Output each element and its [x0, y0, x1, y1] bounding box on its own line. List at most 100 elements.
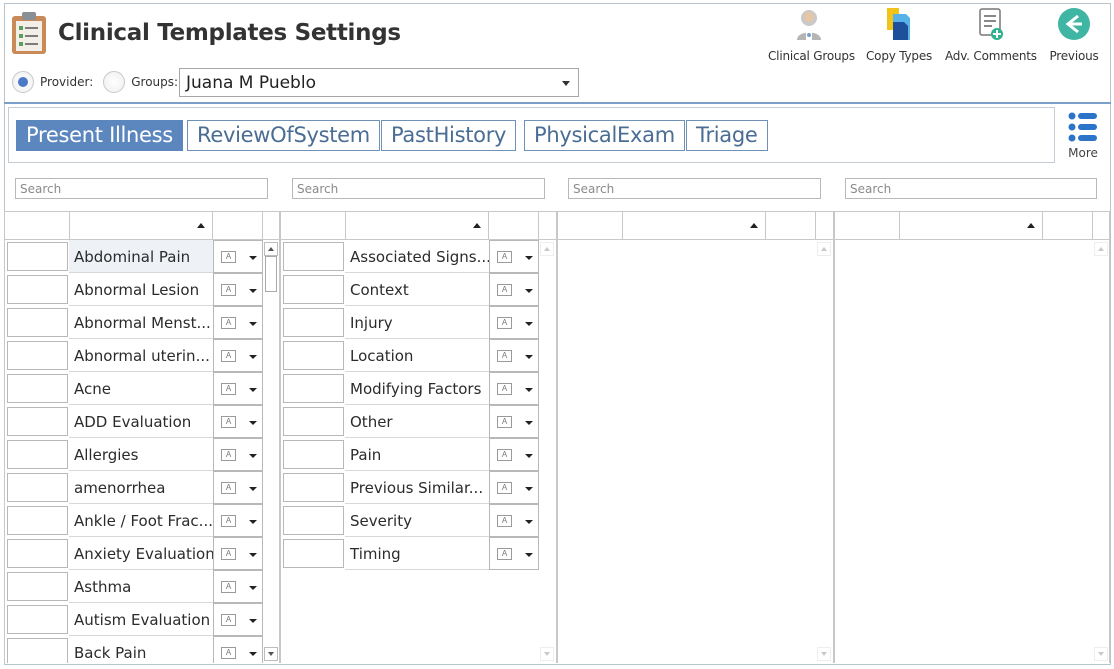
format-dropdown-button[interactable]: A: [489, 537, 539, 570]
column-header[interactable]: [213, 212, 263, 240]
row-code-cell[interactable]: [283, 407, 344, 436]
row-name[interactable]: Abnormal Lesion: [69, 273, 213, 306]
row-code-cell[interactable]: [283, 374, 344, 403]
row-name[interactable]: ADD Evaluation: [69, 405, 213, 438]
table-row[interactable]: Acne A: [5, 372, 263, 405]
tab-physical-exam[interactable]: PhysicalExam: [524, 120, 685, 151]
row-name[interactable]: Allergies: [69, 438, 213, 471]
column-header-name[interactable]: [623, 212, 766, 240]
row-code-cell[interactable]: [7, 473, 68, 502]
table-row[interactable]: amenorrhea A: [5, 471, 263, 504]
row-code-cell[interactable]: [7, 638, 68, 663]
row-name[interactable]: Modifying Factors: [345, 372, 489, 405]
row-code-cell[interactable]: [7, 275, 68, 304]
column-header[interactable]: [558, 212, 623, 240]
row-code-cell[interactable]: [7, 308, 68, 337]
scroll-up-icon[interactable]: [540, 242, 554, 256]
clinical-groups-button[interactable]: Clinical Groups: [768, 6, 855, 63]
format-dropdown-button[interactable]: A: [213, 537, 263, 570]
format-dropdown-button[interactable]: A: [213, 240, 263, 273]
scroll-up-icon[interactable]: [264, 242, 278, 256]
table-row[interactable]: Allergies A: [5, 438, 263, 471]
table-row[interactable]: Context A: [281, 273, 539, 306]
row-name[interactable]: Autism Evaluation: [69, 603, 213, 636]
format-dropdown-button[interactable]: A: [213, 504, 263, 537]
format-dropdown-button[interactable]: A: [213, 339, 263, 372]
row-code-cell[interactable]: [283, 275, 344, 304]
format-dropdown-button[interactable]: A: [213, 603, 263, 636]
format-dropdown-button[interactable]: A: [489, 240, 539, 273]
row-name[interactable]: Associated Signs...: [345, 240, 489, 273]
search-input[interactable]: Search: [845, 178, 1097, 199]
row-code-cell[interactable]: [283, 308, 344, 337]
tab-review-of-system[interactable]: ReviewOfSystem: [187, 120, 380, 151]
table-row[interactable]: Pain A: [281, 438, 539, 471]
row-code-cell[interactable]: [283, 473, 344, 502]
search-input[interactable]: Search: [15, 178, 268, 199]
row-code-cell[interactable]: [283, 506, 344, 535]
format-dropdown-button[interactable]: A: [213, 306, 263, 339]
table-row[interactable]: Asthma A: [5, 570, 263, 603]
table-row[interactable]: Previous Similar... A: [281, 471, 539, 504]
groups-radio[interactable]: [103, 71, 126, 93]
column-header-name[interactable]: [900, 212, 1043, 240]
row-name[interactable]: Context: [345, 273, 489, 306]
row-code-cell[interactable]: [7, 407, 68, 436]
row-code-cell[interactable]: [7, 572, 68, 601]
table-row[interactable]: Anxiety Evaluation A: [5, 537, 263, 570]
table-row[interactable]: Autism Evaluation A: [5, 603, 263, 636]
tab-present-illness[interactable]: Present Illness: [16, 120, 183, 151]
column-header-name[interactable]: [346, 212, 489, 240]
row-name[interactable]: Previous Similar...: [345, 471, 489, 504]
row-name[interactable]: Timing: [345, 537, 489, 570]
format-dropdown-button[interactable]: A: [213, 273, 263, 306]
row-name[interactable]: Abnormal Menst...: [69, 306, 213, 339]
table-row[interactable]: Modifying Factors A: [281, 372, 539, 405]
row-code-cell[interactable]: [283, 440, 344, 469]
row-name[interactable]: Ankle / Foot Frac...: [69, 504, 213, 537]
table-row[interactable]: Ankle / Foot Frac... A: [5, 504, 263, 537]
scrollbar[interactable]: [539, 240, 555, 663]
row-code-cell[interactable]: [283, 539, 344, 568]
column-header[interactable]: [5, 212, 70, 240]
scrollbar[interactable]: [1093, 240, 1109, 663]
row-name[interactable]: Acne: [69, 372, 213, 405]
format-dropdown-button[interactable]: A: [213, 372, 263, 405]
row-name[interactable]: Abnormal uterin...: [69, 339, 213, 372]
row-code-cell[interactable]: [7, 374, 68, 403]
table-row[interactable]: Associated Signs... A: [281, 240, 539, 273]
more-button[interactable]: More: [1066, 111, 1100, 160]
scroll-thumb[interactable]: [265, 256, 277, 292]
scroll-down-icon[interactable]: [540, 647, 554, 661]
scroll-up-icon[interactable]: [817, 242, 831, 256]
row-name[interactable]: Asthma: [69, 570, 213, 603]
scroll-down-icon[interactable]: [1094, 647, 1108, 661]
row-code-cell[interactable]: [7, 539, 68, 568]
provider-select[interactable]: Juana M Pueblo: [179, 68, 579, 97]
row-code-cell[interactable]: [283, 242, 344, 271]
table-row[interactable]: Abnormal Menst... A: [5, 306, 263, 339]
column-header-name[interactable]: [70, 212, 213, 240]
format-dropdown-button[interactable]: A: [489, 273, 539, 306]
scroll-up-icon[interactable]: [1094, 242, 1108, 256]
copy-types-button[interactable]: Copy Types: [866, 6, 932, 63]
provider-radio[interactable]: [12, 71, 34, 93]
format-dropdown-button[interactable]: A: [489, 372, 539, 405]
table-row[interactable]: Other A: [281, 405, 539, 438]
scrollbar[interactable]: [816, 240, 832, 663]
column-header[interactable]: [489, 212, 539, 240]
row-name[interactable]: Back Pain: [69, 636, 213, 663]
search-input[interactable]: Search: [292, 178, 545, 199]
column-header[interactable]: [1043, 212, 1093, 240]
previous-button[interactable]: Previous: [1048, 6, 1100, 63]
format-dropdown-button[interactable]: A: [489, 339, 539, 372]
table-row[interactable]: Timing A: [281, 537, 539, 570]
format-dropdown-button[interactable]: A: [213, 405, 263, 438]
column-header[interactable]: [281, 212, 346, 240]
row-name[interactable]: Anxiety Evaluation: [69, 537, 213, 570]
format-dropdown-button[interactable]: A: [489, 471, 539, 504]
row-code-cell[interactable]: [7, 341, 68, 370]
row-code-cell[interactable]: [7, 605, 68, 634]
format-dropdown-button[interactable]: A: [213, 438, 263, 471]
row-code-cell[interactable]: [7, 506, 68, 535]
